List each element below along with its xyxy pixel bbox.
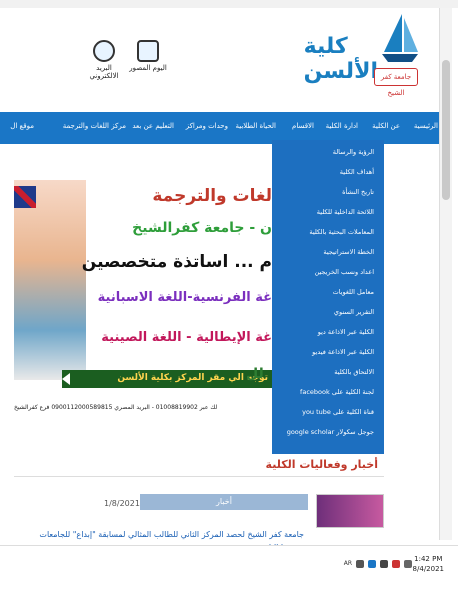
dd-radio-video[interactable]: الكلية عبر الاذاعة فيديو: [312, 348, 374, 356]
volume-icon[interactable]: [380, 560, 388, 568]
dd-vision[interactable]: الرؤية والرسالة: [333, 148, 374, 156]
news-date: 1/8/2021: [104, 499, 140, 508]
dd-labs[interactable]: معامل اللغويات: [333, 288, 374, 296]
browser-page: كلية الألسن جامعة كفر الشيخ اليوم المصور…: [0, 0, 458, 589]
nav-administration[interactable]: ادارة الكلية: [326, 122, 358, 130]
nav-about[interactable]: عن الكلية: [372, 122, 400, 130]
section-divider: [14, 476, 384, 477]
chevron-up-icon[interactable]: [356, 560, 364, 568]
email-label: البريد الالكتروني: [89, 64, 119, 80]
nav-student-life[interactable]: الحياة الطلابية: [235, 122, 276, 130]
banner-strip-prefix: لل: [246, 366, 264, 382]
college-logo[interactable]: كلية الألسن جامعة كفر الشيخ: [304, 12, 420, 97]
gallery-icon: [137, 40, 159, 62]
logo-badge: جامعة كفر الشيخ: [374, 68, 418, 97]
contact-info: لك عبر 01008819902 - البريد المصري 09001…: [14, 404, 218, 411]
dd-goals[interactable]: أهداف الكلية: [340, 168, 374, 176]
carousel-prev-icon[interactable]: [62, 373, 70, 385]
hero-banner[interactable]: لغات والترجمة ن - جامعة كفرالشيخ م ... ا…: [14, 180, 272, 380]
photo-day-label: اليوم المصور: [129, 64, 167, 72]
about-dropdown-menu: الرؤية والرسالة أهداف الكلية تاريخ النشأ…: [272, 140, 384, 454]
dd-annual-report[interactable]: التقرير السنوي: [334, 308, 374, 316]
clock-time: 1:42 PM: [414, 555, 443, 563]
banner-line-4: غة الفرنسية-اللغة الاسبانية: [97, 290, 272, 305]
dd-facebook[interactable]: facebook لجنة الكلية على: [300, 388, 374, 396]
dd-graduates[interactable]: اعداد ونسب الخريجين: [314, 268, 374, 276]
input-language[interactable]: AR: [344, 560, 352, 567]
email-icon: [93, 40, 115, 62]
clock-date: 8/4/2021: [412, 565, 444, 573]
notification-icon[interactable]: [404, 560, 412, 568]
nav-language-center[interactable]: مركز اللغات والترجمة: [63, 122, 126, 130]
dd-bylaws[interactable]: اللائحة الداخلية للكلية: [317, 208, 374, 216]
nav-home[interactable]: الرئيسية: [414, 122, 438, 130]
dd-research[interactable]: المعاملات البحثية بالكلية: [309, 228, 374, 236]
window-top-edge: [0, 0, 458, 8]
email-link[interactable]: البريد الالكتروني: [82, 40, 126, 80]
banner-line-5: غة الإيطالية - اللغة الصينية: [101, 330, 272, 345]
dd-radio-audio[interactable]: الكلية عبر الاذاعة ديو: [318, 328, 374, 336]
news-section-title: أخبار وفعاليات الكلية: [265, 458, 378, 471]
nav-distance-learning[interactable]: التعليم عن بعد: [132, 122, 174, 130]
scrollbar-thumb[interactable]: [442, 60, 450, 200]
logo-title: كلية الألسن: [303, 34, 378, 84]
dd-youtube[interactable]: you tube قناة الكلية على: [302, 408, 374, 416]
dd-admission[interactable]: الالتحاق بالكلية: [334, 368, 374, 376]
page-scrollbar[interactable]: [439, 8, 452, 540]
dd-google-scholar[interactable]: google scholar جوجل سكولار: [287, 428, 374, 436]
photo-day-link[interactable]: اليوم المصور: [126, 40, 170, 72]
battery-icon[interactable]: [392, 560, 400, 568]
banner-line-3: م ... اساتذة متخصصين: [81, 252, 272, 272]
nav-more[interactable]: موقع ال: [10, 122, 34, 130]
network-icon[interactable]: [368, 560, 376, 568]
windows-taskbar: AR 1:42 PM 8/4/2021: [0, 545, 458, 589]
system-clock[interactable]: 1:42 PM 8/4/2021: [413, 554, 444, 574]
nav-departments[interactable]: الاقسام: [292, 122, 314, 130]
news-category-tag[interactable]: أخبار: [140, 494, 308, 510]
news-thumbnail[interactable]: [316, 494, 384, 528]
dd-history[interactable]: تاريخ النشأة: [342, 188, 374, 196]
nav-units[interactable]: وحدات ومراكز: [186, 122, 228, 130]
dd-strategy[interactable]: الخطة الاستراتيجية: [323, 248, 374, 256]
uk-flag-icon: [14, 186, 36, 208]
banner-line-1: لغات والترجمة: [152, 186, 272, 206]
banner-line-2: ن - جامعة كفرالشيخ: [132, 220, 272, 236]
banner-strip: توجه الي مقر المركز بكلية الألسن: [62, 370, 272, 388]
sailboat-logo-icon: [382, 14, 418, 62]
student-photo: [14, 180, 86, 380]
